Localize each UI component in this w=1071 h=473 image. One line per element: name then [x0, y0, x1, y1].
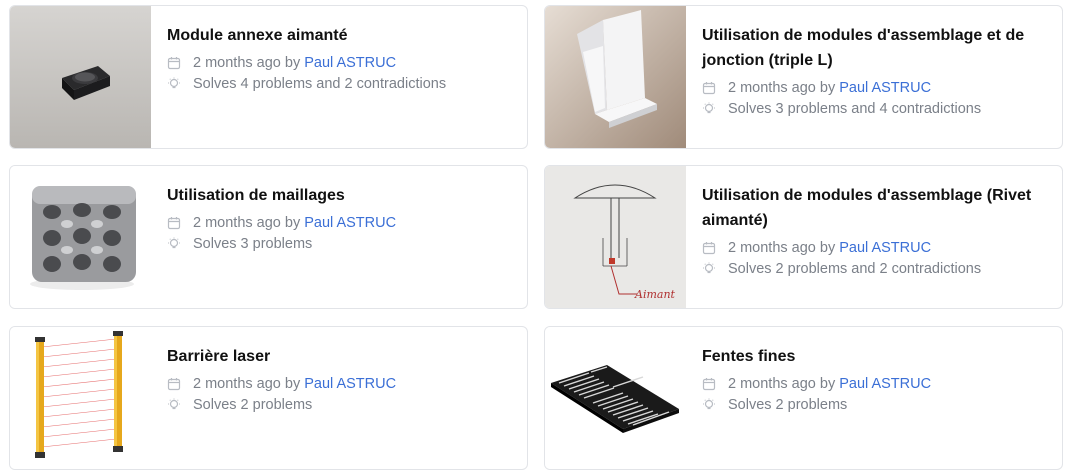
lightbulb-icon — [702, 262, 716, 276]
card-date-row: 2 months ago by Paul ASTRUC — [167, 374, 515, 395]
solution-card[interactable]: Aimant Utilisation de modules d'assembla… — [544, 165, 1063, 309]
calendar-icon — [702, 81, 716, 95]
solution-card[interactable]: Utilisation de modules d'assemblage et d… — [544, 5, 1063, 149]
card-title[interactable]: Utilisation de maillages — [167, 183, 515, 208]
solution-card[interactable]: Module annexe aimanté 2 months ago by Pa… — [9, 5, 528, 149]
solution-card[interactable]: Utilisation de maillages 2 months ago by… — [9, 165, 528, 309]
calendar-icon — [167, 377, 181, 391]
author-link[interactable]: Paul ASTRUC — [839, 238, 931, 259]
sketch-label: Aimant — [634, 288, 676, 301]
card-solves-row: Solves 3 problems — [167, 234, 515, 255]
author-link[interactable]: Paul ASTRUC — [839, 78, 931, 99]
card-solves: Solves 3 problems — [193, 235, 313, 252]
calendar-icon — [702, 377, 716, 391]
author-link[interactable]: Paul ASTRUC — [304, 213, 396, 234]
author-link[interactable]: Paul ASTRUC — [304, 374, 396, 395]
calendar-icon — [702, 241, 716, 255]
solution-card[interactable]: Fentes fines 2 months ago by Paul ASTRUC… — [544, 326, 1063, 470]
lightbulb-icon — [167, 77, 181, 91]
card-solves-row: Solves 2 problems and 2 contradictions — [702, 259, 1050, 280]
card-date: 2 months ago by — [728, 240, 836, 256]
card-solves-row: Solves 3 problems and 4 contradictions — [702, 99, 1050, 120]
calendar-icon — [167, 56, 181, 70]
card-solves: Solves 4 problems and 2 contradictions — [193, 75, 447, 92]
card-date-row: 2 months ago by Paul ASTRUC — [167, 53, 515, 74]
card-solves: Solves 2 problems and 2 contradictions — [728, 260, 982, 277]
card-date: 2 months ago by — [728, 376, 836, 392]
author-link[interactable]: Paul ASTRUC — [839, 374, 931, 395]
card-date: 2 months ago by — [193, 215, 301, 231]
card-solves-row: Solves 4 problems and 2 contradictions — [167, 74, 515, 95]
laser-barrier-image — [10, 327, 151, 469]
card-solves-row: Solves 2 problems — [167, 395, 515, 416]
card-date: 2 months ago by — [193, 376, 301, 392]
lightbulb-icon — [167, 398, 181, 412]
card-solves: Solves 3 problems and 4 contradictions — [728, 100, 982, 117]
card-solves-row: Solves 2 problems — [702, 395, 1050, 416]
card-title[interactable]: Barrière laser — [167, 344, 515, 369]
card-date-row: 2 months ago by Paul ASTRUC — [167, 213, 515, 234]
author-link[interactable]: Paul ASTRUC — [304, 53, 396, 74]
rivet-sketch-image: Aimant — [545, 166, 686, 308]
magnetic-module-image — [10, 6, 151, 148]
gyroid-lattice-image — [10, 166, 151, 308]
lightbulb-icon — [167, 237, 181, 251]
card-solves: Solves 2 problems — [728, 396, 848, 413]
solution-card[interactable]: Barrière laser 2 months ago by Paul ASTR… — [9, 326, 528, 470]
card-date-row: 2 months ago by Paul ASTRUC — [702, 374, 1050, 395]
card-title[interactable]: Utilisation de modules d'assemblage et d… — [702, 23, 1050, 73]
lightbulb-icon — [702, 102, 716, 116]
card-title[interactable]: Fentes fines — [702, 344, 1050, 369]
triple-l-joint-image — [545, 6, 686, 148]
card-date-row: 2 months ago by Paul ASTRUC — [702, 78, 1050, 99]
card-solves: Solves 2 problems — [193, 396, 313, 413]
calendar-icon — [167, 216, 181, 230]
thin-slots-image — [545, 327, 686, 469]
card-date: 2 months ago by — [193, 55, 301, 71]
card-title[interactable]: Utilisation de modules d'assemblage (Riv… — [702, 183, 1050, 233]
lightbulb-icon — [702, 398, 716, 412]
card-date: 2 months ago by — [728, 80, 836, 96]
card-date-row: 2 months ago by Paul ASTRUC — [702, 238, 1050, 259]
card-title[interactable]: Module annexe aimanté — [167, 23, 515, 48]
